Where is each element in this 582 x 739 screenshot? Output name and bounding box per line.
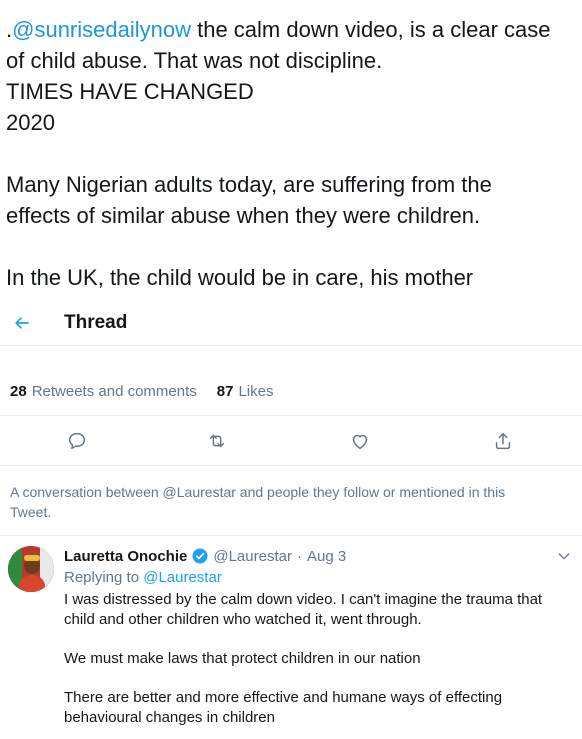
mention-link[interactable]: @sunrisedailynow [12,17,191,42]
more-options-button[interactable] [556,548,572,564]
comment-icon [68,432,86,450]
replying-to-link[interactable]: @Laurestar [143,569,222,586]
retweets-count: 28 [10,383,27,400]
page-title: Thread [64,311,128,333]
tweet-line: 2020 [6,110,55,135]
reply-header: Lauretta Onochie @Laurestar · Aug 3 [64,547,346,565]
separator: · [296,547,302,565]
share-button[interactable] [492,430,514,452]
tweet-line: In the UK, the child would be in care, h… [6,265,474,290]
tweet-line-text: the calm down video, is a clear case [190,17,551,42]
retweets-stat[interactable]: 28 Retweets and comments [10,383,197,400]
reply-text: I was distressed by the calm down video.… [64,590,564,728]
likes-label: Likes [238,383,274,400]
replying-to: Replying to @Laurestar [64,569,222,586]
reply-tweet[interactable]: Lauretta Onochie @Laurestar · Aug 3 Repl… [0,536,582,739]
chevron-down-icon [558,553,570,560]
tweet-line: Many Nigerian adults today, are sufferin… [6,172,492,197]
tweet-line: of child abuse. That was not discipline. [6,48,383,73]
back-arrow-icon [15,316,29,329]
likes-stat[interactable]: 87 Likes [217,383,274,400]
replying-prefix: Replying to [64,569,140,586]
back-button[interactable] [0,313,44,333]
heart-icon [352,434,368,450]
tweet-text: .@sunrisedailynow the calm down video, i… [0,0,582,300]
reply-paragraph: There are better and more effective and … [64,689,503,726]
reply-paragraph: We must make laws that protect children … [64,650,421,667]
retweet-button[interactable] [206,430,228,452]
tweet-date[interactable]: Aug 3 [307,548,346,565]
avatar[interactable] [8,546,54,592]
tweet-line: .@sunrisedailynow the calm down video, i… [6,14,582,45]
tweet-line: effects of similar abuse when they were … [6,203,481,228]
retweet-icon [209,434,225,448]
tweet-line: TIMES HAVE CHANGED [6,79,254,104]
likes-count: 87 [216,383,234,400]
reply-button[interactable] [66,430,88,452]
share-icon [495,432,511,450]
thread-header: Thread [0,300,582,346]
retweets-label: Retweets and comments [31,383,197,400]
author-name[interactable]: Lauretta Onochie [64,548,187,565]
conversation-note: A conversation between @Laurestar and pe… [0,466,582,536]
author-handle[interactable]: @Laurestar [213,548,292,565]
verified-badge-icon [191,547,209,565]
engagement-stats: 28 Retweets and comments 87 Likes [0,368,582,416]
like-button[interactable] [349,430,371,452]
reply-paragraph: I was distressed by the calm down video.… [64,591,543,628]
tweet-actions [0,416,582,466]
